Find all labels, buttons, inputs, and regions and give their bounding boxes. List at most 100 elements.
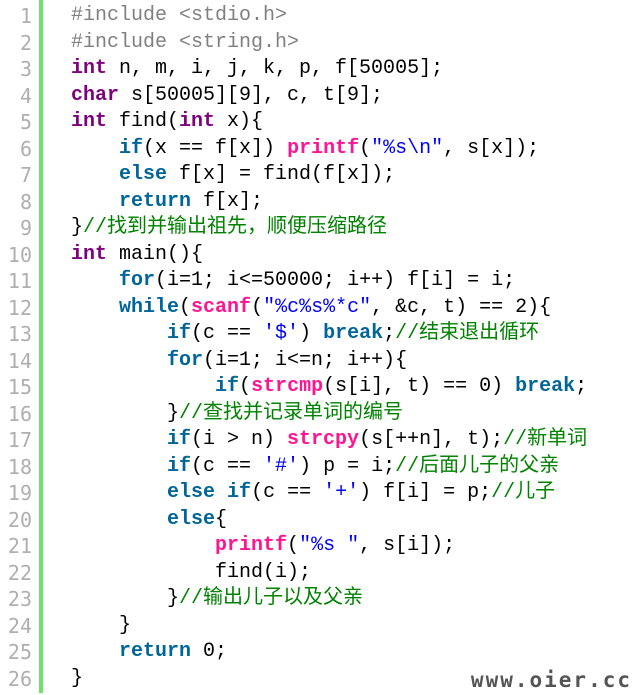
code-token: } — [71, 587, 180, 610]
string-token: "%s\n" — [371, 136, 444, 160]
code-line[interactable]: else if(c == '+') f[i] = p;//儿子 — [71, 480, 640, 507]
code-token: f[x] = find(f[x]); — [167, 163, 396, 186]
function-token: strcpy — [287, 428, 360, 451]
code-line[interactable]: if(i > n) strcpy(s[++n], t);//新单词 — [71, 427, 640, 454]
comment-token: //儿子 — [491, 481, 556, 504]
code-line[interactable]: else f[x] = find(f[x]); — [71, 162, 640, 189]
code-line[interactable]: return 0; — [71, 639, 640, 666]
code-line[interactable]: }//输出儿子以及父亲 — [71, 586, 640, 613]
line-number: 3 — [19, 57, 32, 81]
line-number: 16 — [7, 401, 32, 426]
code-line[interactable]: }//查找并记录单词的编号 — [71, 401, 640, 428]
keyword-token: if — [167, 322, 192, 345]
keyword-token: return — [119, 640, 192, 663]
code-token: ; — [383, 322, 396, 345]
keyword-token: if — [167, 454, 192, 478]
code-token: ) — [299, 322, 324, 345]
string-token: "%s " — [299, 534, 360, 557]
code-line[interactable]: int main(){ — [71, 242, 640, 269]
line-number: 10 — [7, 242, 32, 267]
type-token: char — [71, 83, 120, 107]
line-number: 2 — [19, 30, 32, 55]
line-number: 14 — [7, 348, 32, 373]
code-token: 0; — [191, 640, 228, 663]
code-token: (s[++n], t); — [359, 428, 504, 451]
string-token: "%c%s%*c" — [263, 295, 372, 319]
line-number: 24 — [7, 613, 32, 638]
code-token: } — [71, 401, 180, 425]
code-line[interactable]: if(x == f[x]) printf("%s\n", s[x]); — [71, 136, 640, 163]
type-token: int — [71, 57, 108, 80]
code-line[interactable]: if(c == '$') break;//结束退出循环 — [71, 321, 640, 348]
keyword-token: else — [167, 481, 216, 504]
code-line[interactable]: for(i=1; i<=n; i++){ — [71, 348, 640, 375]
code-line[interactable]: while(scanf("%c%s%*c", &c, t) == 2){ — [71, 295, 640, 322]
code-line[interactable]: int find(int x){ — [71, 109, 640, 136]
function-token: printf — [287, 136, 360, 160]
code-line[interactable]: char s[50005][9], c, t[9]; — [71, 83, 640, 110]
preprocessor-token: #include <stdio.h> — [71, 4, 288, 27]
preprocessor-token: #include <string.h> — [71, 30, 300, 54]
line-number: 21 — [7, 534, 32, 558]
code-token: ( — [179, 295, 192, 319]
code-line[interactable]: }//找到并输出祖先，顺便压缩路径 — [71, 215, 640, 242]
code-token: } — [71, 216, 84, 239]
line-number: 15 — [7, 375, 32, 399]
comment-token: //后面儿子的父亲 — [395, 454, 560, 478]
code-token: (c == — [191, 454, 264, 478]
line-number: 9 — [19, 216, 32, 240]
code-token: (c == — [191, 322, 264, 345]
keyword-token: if — [119, 136, 144, 160]
code-token: ( — [239, 375, 252, 398]
code-line[interactable]: #include <string.h> — [71, 30, 640, 57]
keyword-token: if — [227, 481, 252, 504]
code-line[interactable]: } — [71, 613, 640, 640]
code-token: (i=1; i<=n; i++){ — [203, 348, 408, 372]
code-token: n, m, i, j, k, p, f[50005]; — [107, 57, 444, 80]
line-number: 20 — [7, 507, 32, 532]
code-line[interactable]: else{ — [71, 507, 640, 534]
code-token: s[50005][9], c, t[9]; — [119, 83, 384, 107]
code-area[interactable]: #include <stdio.h> #include <string.h> int… — [71, 3, 640, 692]
code-line[interactable]: int n, m, i, j, k, p, f[50005]; — [71, 56, 640, 83]
code-token: , s[i]); — [359, 534, 456, 557]
keyword-token: else — [167, 507, 216, 531]
code-line[interactable]: printf("%s ", s[i]); — [71, 533, 640, 560]
code-token: (s[i], t) == 0) — [323, 375, 516, 398]
code-token: ) f[i] = p; — [359, 481, 492, 504]
code-token: (i > n) — [191, 428, 288, 451]
code-line[interactable]: if(strcmp(s[i], t) == 0) break; — [71, 374, 640, 401]
line-number: 17 — [7, 428, 32, 452]
line-number: 13 — [7, 322, 32, 346]
code-line[interactable]: #include <stdio.h> — [71, 3, 640, 30]
code-token: , s[x]); — [443, 136, 540, 160]
code-line[interactable]: return f[x]; — [71, 189, 640, 216]
code-line[interactable]: find(i); — [71, 560, 640, 587]
line-number: 1 — [19, 4, 32, 28]
code-line[interactable]: for(i=1; i<=50000; i++) f[i] = i; — [71, 268, 640, 295]
line-number: 25 — [7, 640, 32, 664]
code-token: } — [71, 666, 84, 690]
site-watermark: www.oier.cc — [470, 668, 632, 692]
function-token: scanf — [191, 295, 252, 319]
code-line[interactable]: if(c == '#') p = i;//后面儿子的父亲 — [71, 454, 640, 481]
keyword-token: if — [215, 375, 240, 398]
line-number-gutter: 1 2 3 4 5 6 7 8 9 10 11 12 13 14 15 16 17 18 19 20 21 22 23 24 2… — [0, 3, 44, 692]
code-token: ( — [251, 295, 264, 319]
comment-token: //结束退出循环 — [395, 322, 540, 345]
code-token: (c == — [251, 481, 324, 504]
line-number: 11 — [7, 269, 32, 293]
keyword-token: while — [119, 295, 180, 319]
